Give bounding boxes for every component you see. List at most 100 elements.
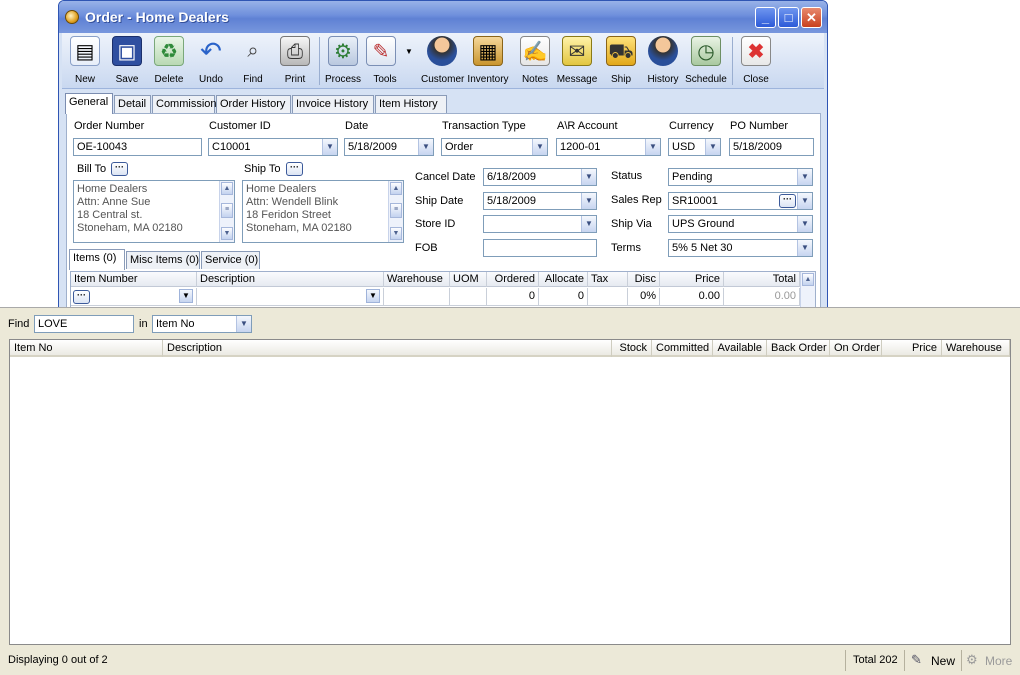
column-header[interactable]: Description	[197, 272, 384, 287]
toolbar-ship-button[interactable]: ⛟ Ship	[600, 35, 642, 87]
toolbar-print-button[interactable]: ⎙ Print	[274, 35, 316, 87]
search-field-select[interactable]: Item No ▼	[152, 315, 252, 333]
chevron-down-icon[interactable]: ▼	[179, 289, 193, 303]
chevron-down-icon[interactable]: ▼	[705, 139, 720, 155]
chevron-down-icon[interactable]: ▼	[581, 169, 596, 185]
find-input[interactable]: LOVE	[34, 315, 134, 333]
minimize-button[interactable]: _	[755, 7, 776, 28]
scroll-thumb[interactable]: ≡	[221, 203, 233, 218]
column-header[interactable]: On Order	[830, 340, 882, 357]
close-window-button[interactable]: ✕	[801, 7, 822, 28]
column-header[interactable]: Item No	[10, 340, 163, 357]
store-id-combo[interactable]: ▼	[483, 215, 597, 233]
date-picker[interactable]: 5/18/2009 ▼	[344, 138, 434, 156]
title-bar[interactable]: Order - Home Dealers _ □ ✕	[59, 1, 827, 33]
chevron-down-icon[interactable]: ▼	[797, 169, 812, 185]
scroll-up-icon[interactable]: ▲	[221, 182, 233, 195]
order-number-field[interactable]: OE-10043	[73, 138, 202, 156]
toolbar-inventory-button[interactable]: ▦ Inventory	[467, 35, 509, 87]
column-header[interactable]: UOM	[450, 272, 487, 287]
tab-service[interactable]: Service (0)	[201, 251, 260, 269]
tab-general[interactable]: General	[65, 93, 113, 114]
toolbar-undo-button[interactable]: ↶ Undo	[190, 35, 232, 87]
item-number-cell[interactable]: ··· ▼	[71, 288, 197, 306]
chevron-down-icon[interactable]: ▼	[366, 289, 380, 303]
chevron-down-icon[interactable]: ▼	[532, 139, 547, 155]
warehouse-cell[interactable]	[384, 288, 450, 306]
bill-to-lookup-button[interactable]: ···	[111, 162, 128, 176]
toolbar-find-button[interactable]: ⌕ Find	[232, 35, 274, 87]
tab-items[interactable]: Items (0)	[69, 249, 125, 270]
toolbar-schedule-button[interactable]: ◷ Schedule	[685, 35, 727, 87]
more-button[interactable]: ⚙ More	[964, 650, 1016, 671]
chevron-down-icon[interactable]: ▼	[322, 139, 337, 155]
toolbar-new-button[interactable]: ▤ New	[64, 35, 106, 87]
disc-cell[interactable]: 0%	[628, 288, 660, 306]
scroll-up-icon[interactable]: ▲	[390, 182, 402, 195]
toolbar-save-button[interactable]: ▣ Save	[106, 35, 148, 87]
chevron-down-icon[interactable]: ▼	[797, 216, 812, 232]
ship-date-picker[interactable]: 5/18/2009 ▼	[483, 192, 597, 210]
currency-select[interactable]: USD ▼	[668, 138, 721, 156]
status-select[interactable]: Pending ▼	[668, 168, 813, 186]
column-header[interactable]: Warehouse	[384, 272, 450, 287]
tab-invoice-history[interactable]: Invoice History	[292, 95, 374, 113]
column-header[interactable]: Back Order	[767, 340, 830, 357]
ar-account-combo[interactable]: 1200-01 ▼	[556, 138, 661, 156]
item-lookup-button[interactable]: ···	[73, 290, 90, 304]
column-header[interactable]: Disc	[628, 272, 660, 287]
price-cell[interactable]: 0.00	[660, 288, 724, 306]
po-number-field[interactable]: 5/18/2009	[729, 138, 814, 156]
scroll-down-icon[interactable]: ▼	[221, 227, 233, 240]
toolbar-history-button[interactable]: History	[642, 35, 684, 87]
toolbar-close-button[interactable]: ✖ Close	[735, 35, 777, 87]
scroll-thumb[interactable]: ≡	[390, 203, 402, 218]
chevron-down-icon[interactable]: ▼	[581, 193, 596, 209]
bill-to-address[interactable]: Home Dealers Attn: Anne Sue 18 Central s…	[73, 180, 235, 243]
description-cell[interactable]: ▼	[197, 288, 384, 306]
chevron-down-icon[interactable]: ▼	[645, 139, 660, 155]
column-header[interactable]: Stock	[612, 340, 652, 357]
column-header[interactable]: Price	[882, 340, 942, 357]
column-header[interactable]: Tax	[588, 272, 628, 287]
toolbar-notes-button[interactable]: ✍ Notes	[514, 35, 556, 87]
column-header[interactable]: Committed	[652, 340, 713, 357]
scrollbar[interactable]: ▲ ≡ ▼	[388, 181, 403, 242]
chevron-down-icon[interactable]: ▼	[797, 193, 812, 209]
chevron-down-icon[interactable]: ▼	[581, 216, 596, 232]
new-button[interactable]: ✎ New	[909, 650, 959, 671]
maximize-button[interactable]: □	[778, 7, 799, 28]
customer-id-combo[interactable]: C10001 ▼	[208, 138, 338, 156]
column-header[interactable]: Price	[660, 272, 724, 287]
ordered-cell[interactable]: 0	[487, 288, 539, 306]
table-row[interactable]: ··· ▼ ▼ 0 0 0% 0.00 0.00	[71, 288, 815, 306]
column-header[interactable]: Description	[163, 340, 612, 357]
toolbar-tools-button[interactable]: ✎ Tools ▼	[364, 35, 414, 87]
ship-via-select[interactable]: UPS Ground ▼	[668, 215, 813, 233]
cancel-date-picker[interactable]: 6/18/2009 ▼	[483, 168, 597, 186]
column-header[interactable]: Available	[713, 340, 767, 357]
uom-cell[interactable]	[450, 288, 487, 306]
column-header[interactable]: Warehouse	[942, 340, 1010, 357]
column-header[interactable]: Item Number	[71, 272, 197, 287]
ship-to-address[interactable]: Home Dealers Attn: Wendell Blink 18 Feri…	[242, 180, 404, 243]
tab-misc-items[interactable]: Misc Items (0)	[126, 251, 200, 269]
column-header[interactable]: Ordered	[487, 272, 539, 287]
tab-item-history[interactable]: Item History	[375, 95, 447, 113]
column-header[interactable]: Allocate	[539, 272, 588, 287]
toolbar-delete-button[interactable]: ♻ Delete	[148, 35, 190, 87]
ship-to-lookup-button[interactable]: ···	[286, 162, 303, 176]
scrollbar[interactable]: ▲ ≡ ▼	[219, 181, 234, 242]
tax-cell[interactable]	[588, 288, 628, 306]
sales-rep-lookup-button[interactable]: ···	[779, 194, 796, 208]
tab-order-history[interactable]: Order History	[216, 95, 291, 113]
scroll-down-icon[interactable]: ▼	[390, 227, 402, 240]
sales-rep-combo[interactable]: SR10001 ··· ▼	[668, 192, 813, 210]
chevron-down-icon[interactable]: ▼	[418, 139, 433, 155]
column-header[interactable]: Total	[724, 272, 800, 287]
tab-commission[interactable]: Commission	[152, 95, 217, 113]
transaction-type-select[interactable]: Order ▼	[441, 138, 548, 156]
allocate-cell[interactable]: 0	[539, 288, 588, 306]
toolbar-customer-button[interactable]: Customer	[421, 35, 464, 87]
chevron-down-icon[interactable]: ▼	[236, 316, 251, 332]
